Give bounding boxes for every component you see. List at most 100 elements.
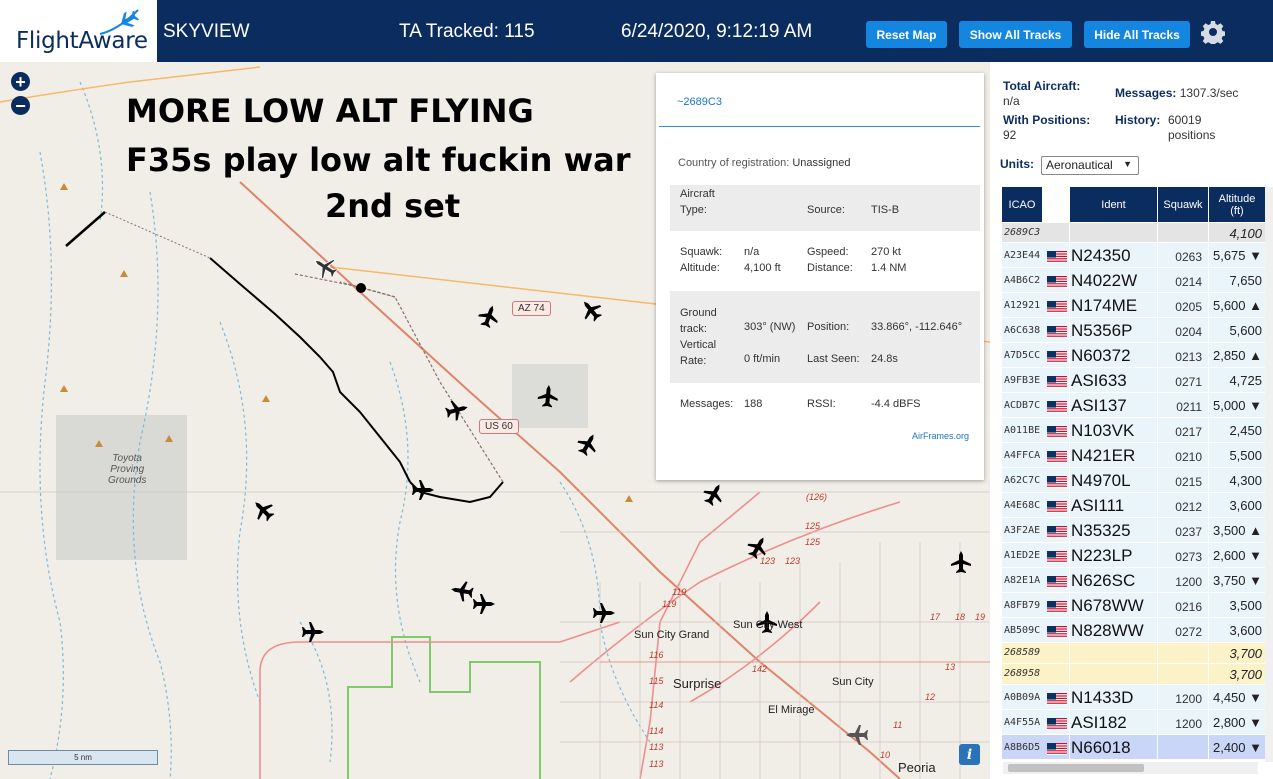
row-altitude: 3,500: [1229, 598, 1262, 613]
row-ident: N60372: [1071, 346, 1131, 365]
row-icao: 268589: [1004, 647, 1041, 658]
row-altitude: 4,450 ▼: [1212, 690, 1262, 705]
column-header-squawk[interactable]: Squawk: [1158, 187, 1208, 222]
hide-all-tracks-button[interactable]: Hide All Tracks: [1084, 21, 1190, 48]
units-select[interactable]: Aeronautical ▼: [1041, 156, 1139, 175]
row-altitude: 3,600: [1229, 498, 1262, 513]
last-seen-value: 24.8s: [871, 353, 898, 365]
road-number: 142: [752, 664, 768, 674]
road-number: 19: [975, 612, 986, 622]
overlay-caption-line-2: F35s play low alt fuckin war: [126, 141, 631, 179]
row-ident: N421ER: [1071, 446, 1136, 465]
row-ident: N5356P: [1071, 321, 1133, 340]
flightaware-logo[interactable]: FlightAware: [0, 0, 157, 62]
road-number: 18: [955, 612, 966, 622]
table-row[interactable]: A12921 N174ME 0205 5,600 ▲: [1002, 293, 1265, 318]
map-label-el-mirage: El Mirage: [768, 704, 815, 716]
table-row[interactable]: A011BE N103VK 0217 2,450: [1002, 418, 1265, 443]
current-datetime: 6/24/2020, 9:12:19 AM: [621, 21, 813, 42]
us-flag-icon: [1047, 325, 1067, 338]
table-row[interactable]: A3F2AE N35325 0237 3,500 ▲: [1002, 518, 1265, 543]
table-row[interactable]: AB509C N828WW 0272 3,600: [1002, 618, 1265, 643]
row-icao: A1ED2E: [1004, 550, 1041, 561]
row-altitude: 5,675 ▼: [1212, 248, 1262, 263]
aircraft-type-label: Aircraft Type:: [680, 188, 715, 216]
table-vertical-scrollbar[interactable]: [1265, 187, 1273, 762]
table-row[interactable]: 268589 3,700: [1002, 643, 1265, 664]
road-shield-us60: US 60: [479, 419, 519, 434]
table-row[interactable]: A6C638 N5356P 0204 5,600: [1002, 318, 1265, 343]
gspeed-label: Gspeed:: [807, 246, 849, 258]
map-label-sun-city: Sun City: [832, 676, 874, 688]
row-icao: A6C638: [1004, 325, 1041, 336]
road-number: 114: [649, 726, 664, 736]
row-ident: N35325: [1071, 521, 1131, 540]
info-button[interactable]: i: [959, 744, 980, 765]
us-flag-icon: [1047, 350, 1067, 363]
table-row[interactable]: A62C7C N4970L 0215 4,300: [1002, 468, 1265, 493]
table-row[interactable]: A9FB3E ASI633 0271 4,725: [1002, 368, 1265, 393]
scrollbar-thumb[interactable]: [1008, 764, 1144, 772]
squawk-label: Squawk:: [680, 246, 723, 258]
us-flag-icon: [1047, 742, 1067, 755]
table-row[interactable]: A0B09A N1433D 1200 4,450 ▼: [1002, 685, 1265, 710]
table-row[interactable]: 2689C3 4,100: [1002, 223, 1265, 243]
logo-text: FlightAware: [16, 28, 148, 54]
ground-track-value: 303° (NW): [744, 321, 796, 333]
row-altitude: 5,600 ▲: [1212, 298, 1262, 313]
us-flag-icon: [1047, 475, 1067, 488]
distance-label: Distance:: [807, 262, 853, 274]
table-row[interactable]: A82E1A N626SC 1200 3,750 ▼: [1002, 568, 1265, 593]
table-row[interactable]: A8B6D5 N66018 2,400 ▼: [1002, 735, 1265, 760]
table-row[interactable]: 268958 3,700: [1002, 664, 1265, 685]
row-altitude: 2,850 ▲: [1212, 348, 1262, 363]
aircraft-table-body: 2689C3 4,100 A23E44 N24350 0263 5,675 ▼ A4B6C2…: [1002, 223, 1265, 760]
table-row[interactable]: A4FFCA N421ER 0210 5,500: [1002, 443, 1265, 468]
total-aircraft-value: n/a: [1003, 94, 1020, 108]
messages-rate-value: 1307.3/sec: [1179, 86, 1239, 100]
total-aircraft-label: Total Aircraft:: [1003, 79, 1081, 93]
popup-title[interactable]: ~2689C3: [677, 96, 722, 108]
table-row[interactable]: A7D5CC N60372 0213 2,850 ▲: [1002, 343, 1265, 368]
road-number: 113: [649, 742, 664, 752]
rssi-value: -4.4 dBFS: [871, 398, 921, 410]
row-altitude: 3,500 ▲: [1212, 523, 1262, 538]
road-number: 125: [805, 537, 821, 547]
row-altitude: 4,725: [1229, 373, 1262, 388]
row-ident: N828WW: [1071, 621, 1144, 640]
airframes-link[interactable]: AirFrames.org: [912, 431, 969, 441]
table-row[interactable]: A4F55A ASI182 1200 2,800 ▼: [1002, 710, 1265, 735]
position-label: Position:: [807, 321, 850, 333]
us-flag-icon: [1047, 425, 1067, 438]
row-ident: N103VK: [1071, 421, 1135, 440]
table-row[interactable]: A8FB79 N678WW 0216 3,500: [1002, 593, 1265, 618]
road-number: 10: [880, 750, 891, 760]
table-row[interactable]: A1ED2E N223LP 0273 2,600 ▼: [1002, 543, 1265, 568]
gear-icon[interactable]: [1201, 20, 1225, 44]
row-icao: A7D5CC: [1004, 350, 1041, 361]
table-row[interactable]: A4E68C ASI111 0212 3,600: [1002, 493, 1265, 518]
row-altitude: 2,800 ▼: [1212, 715, 1262, 730]
column-header-icao[interactable]: ICAO: [1002, 187, 1042, 222]
messages-value: 188: [744, 398, 763, 410]
road-number: 125: [805, 521, 821, 531]
table-row[interactable]: A23E44 N24350 0263 5,675 ▼: [1002, 243, 1265, 268]
row-altitude: 3,700: [1229, 646, 1262, 661]
zoom-out-button[interactable]: −: [11, 96, 30, 115]
table-row[interactable]: A4B6C2 N4022W 0214 7,650: [1002, 268, 1265, 293]
us-flag-icon: [1047, 600, 1067, 613]
column-header-altitude[interactable]: Altitude (ft): [1209, 187, 1265, 222]
show-all-tracks-button[interactable]: Show All Tracks: [959, 21, 1072, 48]
row-altitude: 4,100: [1229, 226, 1262, 241]
road-number: 114: [649, 700, 664, 710]
with-positions-label: With Positions:: [1003, 113, 1091, 127]
reset-map-button[interactable]: Reset Map: [866, 21, 947, 48]
row-ident: N223LP: [1071, 546, 1133, 565]
table-row[interactable]: ACDB7C ASI137 0211 5,000 ▼: [1002, 393, 1265, 418]
column-header-ident[interactable]: Ident: [1070, 187, 1157, 222]
map-scale-bar: 5 nm: [8, 750, 158, 765]
row-ident: ASI633: [1071, 371, 1127, 390]
us-flag-icon: [1047, 550, 1067, 563]
zoom-in-button[interactable]: +: [11, 72, 30, 91]
row-ident: N626SC: [1071, 571, 1136, 590]
